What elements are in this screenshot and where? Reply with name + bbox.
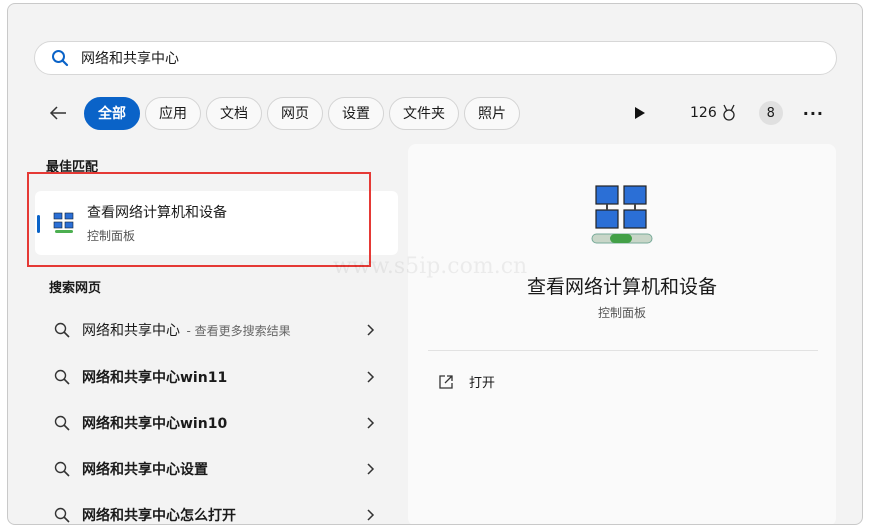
- toolbar-right: 126 8 ···: [628, 96, 824, 130]
- web-result-label: 网络和共享中心win10: [82, 416, 228, 432]
- filter-bar: 全部 应用 文档 网页 设置 文件夹 照片: [42, 96, 525, 130]
- web-result-item[interactable]: 网络和共享中心win11: [35, 357, 398, 397]
- chevron-right-icon: [366, 461, 376, 477]
- web-result-label: 网络和共享中心win11: [82, 370, 228, 386]
- tab-apps[interactable]: 应用: [145, 96, 201, 130]
- web-search-heading: 搜索网页: [49, 281, 102, 296]
- tab-web[interactable]: 网页: [267, 96, 323, 130]
- open-label: 打开: [469, 376, 496, 391]
- search-input[interactable]: [81, 50, 836, 66]
- web-result-item[interactable]: 网络和共享中心设置: [35, 449, 398, 489]
- chevron-right-icon: [366, 369, 376, 385]
- search-bar[interactable]: [34, 41, 837, 75]
- search-icon: [53, 321, 71, 339]
- tab-documents[interactable]: 文档: [206, 96, 262, 130]
- web-result-item[interactable]: 网络和共享中心 - 查看更多搜索结果: [35, 310, 398, 350]
- more-options-button[interactable]: ···: [803, 104, 824, 123]
- highlight-annotation: [27, 172, 371, 267]
- chevron-right-icon: [366, 507, 376, 523]
- chevron-right-icon: [366, 415, 376, 431]
- back-button[interactable]: [42, 97, 74, 129]
- search-window: 全部 应用 文档 网页 设置 文件夹 照片 126 8 ··· 最佳匹配: [7, 3, 863, 525]
- divider: [428, 350, 818, 351]
- medal-icon: [721, 104, 737, 122]
- web-result-item[interactable]: 网络和共享中心怎么打开: [35, 495, 398, 524]
- tab-photos[interactable]: 照片: [464, 96, 520, 130]
- play-icon: [635, 107, 645, 119]
- search-icon: [53, 414, 71, 432]
- web-result-item[interactable]: 网络和共享中心win10: [35, 403, 398, 443]
- search-icon: [53, 506, 71, 524]
- detail-title: 查看网络计算机和设备: [526, 276, 717, 298]
- detail-subtitle: 控制面板: [597, 306, 646, 320]
- chevron-right-icon: [366, 322, 376, 338]
- tab-all[interactable]: 全部: [84, 96, 140, 130]
- web-result-label: 网络和共享中心: [82, 323, 180, 339]
- network-computers-icon: [586, 182, 658, 254]
- arrow-left-icon: [49, 105, 67, 121]
- web-result-label: 网络和共享中心设置: [82, 462, 208, 478]
- open-action[interactable]: 打开: [438, 372, 495, 391]
- web-result-label: 网络和共享中心怎么打开: [82, 508, 236, 524]
- points-value: 126: [690, 105, 717, 121]
- web-result-suffix: - 查看更多搜索结果: [186, 324, 291, 338]
- rewards-points[interactable]: 126: [690, 104, 737, 122]
- search-icon: [51, 49, 69, 67]
- tab-folders[interactable]: 文件夹: [389, 96, 459, 130]
- search-icon: [53, 460, 71, 478]
- avatar[interactable]: 8: [758, 101, 783, 125]
- more-filters-button[interactable]: [628, 101, 652, 125]
- open-external-icon: [438, 374, 454, 390]
- tab-settings[interactable]: 设置: [328, 96, 384, 130]
- detail-panel: 查看网络计算机和设备 控制面板 打开: [408, 144, 836, 524]
- search-icon: [53, 368, 71, 386]
